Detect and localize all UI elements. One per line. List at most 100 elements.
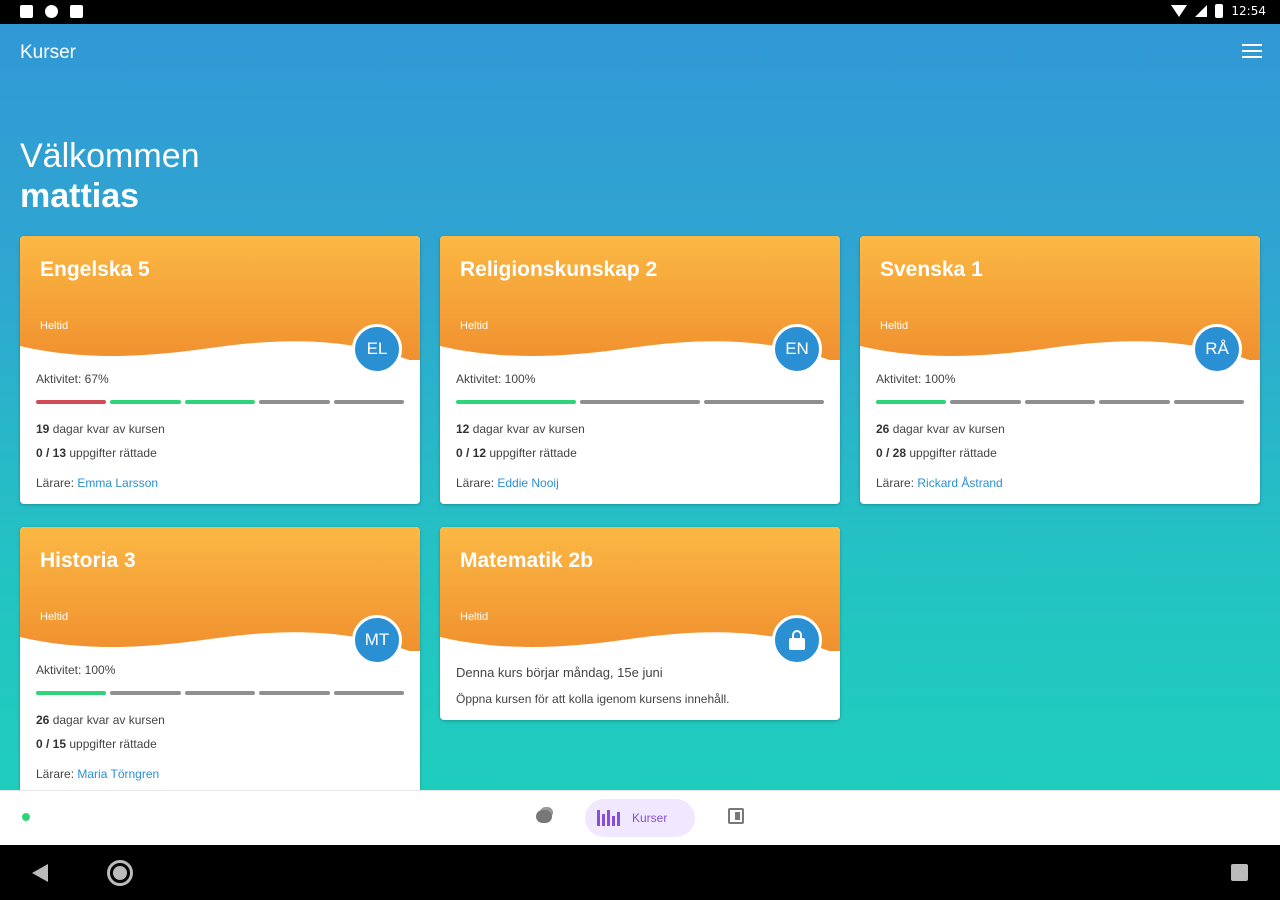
days-left-value: 12	[456, 422, 470, 436]
progress-segment	[259, 691, 330, 695]
tasks-graded: 0 / 13 uppgifter rättade	[36, 446, 404, 460]
progress-segment	[110, 400, 181, 404]
progress-segment	[1173, 400, 1245, 404]
lock-badge	[772, 615, 822, 665]
days-left: 19 dagar kvar av kursen	[36, 422, 404, 436]
system-navigation-bar	[0, 845, 1280, 900]
course-open-hint: Öppna kursen för att kolla igenom kursen…	[456, 692, 730, 706]
days-left: 26 dagar kvar av kursen	[36, 713, 404, 727]
activity-label: Aktivitet: 67%	[36, 372, 109, 386]
course-title: Matematik 2b	[460, 549, 594, 572]
home-icon[interactable]	[107, 860, 133, 886]
teacher-initials-badge: EL	[352, 324, 402, 374]
progress-segment	[950, 400, 1021, 404]
teacher-row: Lärare: Eddie Nooij	[456, 476, 824, 490]
tasks-graded-text: uppgifter rättade	[66, 446, 157, 460]
battery-icon	[1215, 4, 1224, 18]
progress-bars	[456, 400, 824, 404]
activity-label: Aktivitet: 100%	[876, 372, 956, 386]
progress-segment	[456, 400, 576, 404]
library-icon	[597, 810, 620, 826]
days-left-value: 19	[36, 422, 50, 436]
course-title: Religionskunskap 2	[460, 258, 658, 281]
course-card[interactable]: Religionskunskap 2 Heltid EN Aktivitet: …	[440, 236, 840, 504]
progress-bars	[36, 691, 405, 695]
course-card[interactable]: Svenska 1 Heltid RÅ Aktivitet: 100% 26 d…	[860, 236, 1260, 504]
welcome-heading: Välkommen mattias	[20, 136, 200, 216]
online-status-indicator	[22, 813, 30, 821]
tasks-graded-text: uppgifter rättade	[66, 737, 157, 751]
days-left-text: dagar kvar av kursen	[889, 422, 1005, 436]
course-start-info: Denna kurs börjar måndag, 15e juni	[456, 665, 663, 680]
clock: 12:54	[1231, 4, 1266, 18]
card-body: Aktivitet: 100% 26 dagar kvar av kursen …	[860, 360, 1260, 504]
days-left: 12 dagar kvar av kursen	[456, 422, 824, 436]
days-left-value: 26	[36, 713, 50, 727]
teacher-link[interactable]: Rickard Åstrand	[917, 476, 1002, 490]
course-type: Heltid	[40, 611, 69, 623]
activity-label: Aktivitet: 100%	[456, 372, 536, 386]
tasks-graded-value: 0 / 12	[456, 446, 487, 460]
teacher-initials-badge: MT	[352, 615, 402, 665]
progress-segment	[580, 400, 700, 404]
card-body: Aktivitet: 100% 26 dagar kvar av kursen …	[20, 651, 420, 790]
signal-icon	[1195, 5, 1208, 17]
tasks-graded-text: uppgifter rättade	[486, 446, 577, 460]
menu-icon[interactable]	[1242, 44, 1262, 60]
course-type: Heltid	[460, 320, 489, 332]
progress-bars	[36, 400, 405, 404]
progress-segment	[184, 400, 256, 404]
nav-chat-button[interactable]	[534, 805, 556, 827]
progress-segment	[110, 691, 181, 695]
nav-kurser-label: Kurser	[632, 811, 668, 825]
sync-icon	[45, 5, 58, 18]
notification-icons	[20, 5, 83, 18]
wifi-icon	[1171, 5, 1188, 17]
course-card[interactable]: Engelska 5 Heltid EL Aktivitet: 67% 19 d…	[20, 236, 420, 504]
teacher-link[interactable]: Maria Törngren	[77, 767, 159, 781]
teacher-link[interactable]: Eddie Nooij	[497, 476, 558, 490]
user-name: mattias	[20, 177, 140, 215]
app-title: Kurser	[20, 42, 76, 63]
system-status: 12:54	[1171, 4, 1266, 18]
lock-icon	[789, 630, 805, 650]
progress-segment	[36, 691, 107, 695]
progress-segment	[1099, 400, 1170, 404]
recents-icon[interactable]	[1231, 864, 1248, 881]
card-body: Aktivitet: 67% 19 dagar kvar av kursen 0…	[20, 360, 420, 504]
days-left-text: dagar kvar av kursen	[49, 422, 165, 436]
nav-book-button[interactable]	[725, 805, 747, 827]
teacher-label: Lärare:	[876, 476, 918, 490]
app-content: Kurser Välkommen mattias Engelska 5 Helt…	[0, 24, 1280, 790]
teacher-link[interactable]: Emma Larsson	[77, 476, 158, 490]
course-type: Heltid	[880, 320, 909, 332]
book-icon	[728, 808, 744, 824]
nav-kurser-button[interactable]: Kurser	[585, 799, 695, 837]
progress-segment	[333, 400, 405, 404]
course-card[interactable]: Historia 3 Heltid MT Aktivitet: 100% 26 …	[20, 527, 420, 790]
progress-segment	[704, 400, 824, 404]
welcome-greeting: Välkommen	[20, 137, 200, 175]
course-title: Engelska 5	[40, 258, 150, 281]
days-left: 26 dagar kvar av kursen	[876, 422, 1244, 436]
teacher-label: Lärare:	[36, 767, 78, 781]
back-icon[interactable]	[32, 864, 48, 882]
progress-segment	[36, 400, 107, 404]
course-title: Svenska 1	[880, 258, 983, 281]
tasks-graded: 0 / 15 uppgifter rättade	[36, 737, 404, 751]
progress-bars	[876, 400, 1245, 404]
tasks-graded-value: 0 / 13	[36, 446, 67, 460]
card-body: Denna kurs börjar måndag, 15e juni Öppna…	[440, 651, 840, 720]
notification-icon	[20, 5, 33, 18]
course-card-locked[interactable]: Matematik 2b Heltid Denna kurs börjar må…	[440, 527, 840, 720]
progress-segment	[259, 400, 330, 404]
teacher-label: Lärare:	[36, 476, 78, 490]
teacher-label: Lärare:	[456, 476, 498, 490]
teacher-row: Lärare: Maria Törngren	[36, 767, 404, 781]
status-bar: 12:54	[0, 0, 1280, 24]
activity-label: Aktivitet: 100%	[36, 663, 116, 677]
teacher-initials-badge: EN	[772, 324, 822, 374]
course-type: Heltid	[40, 320, 69, 332]
tasks-graded: 0 / 28 uppgifter rättade	[876, 446, 1244, 460]
tasks-graded-value: 0 / 15	[36, 737, 67, 751]
